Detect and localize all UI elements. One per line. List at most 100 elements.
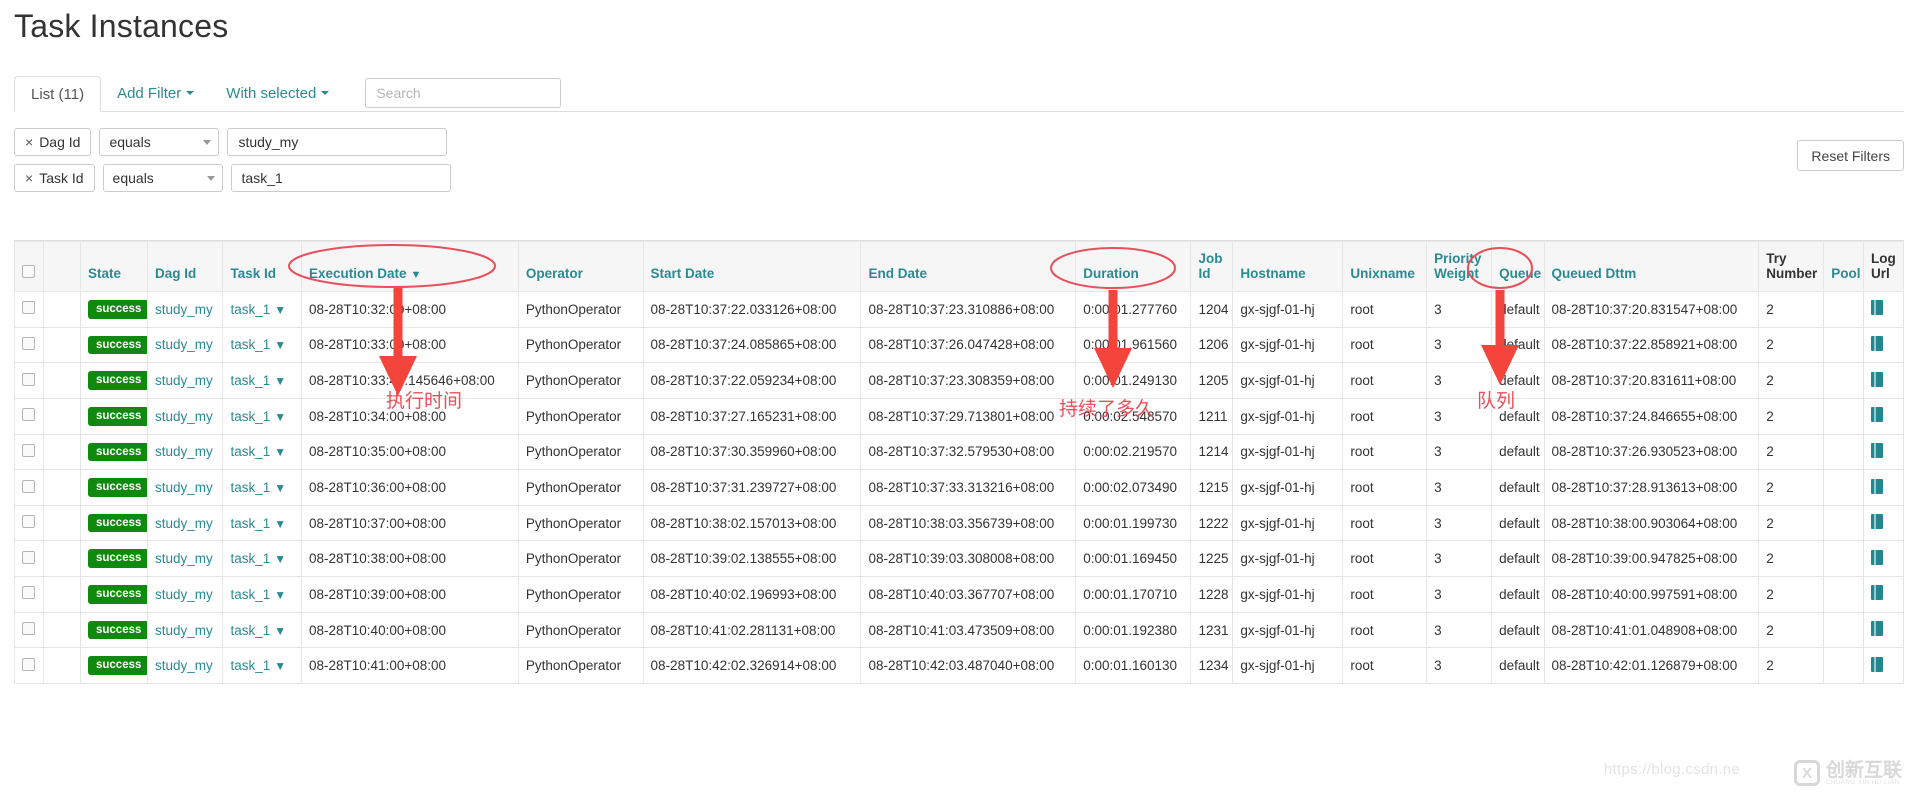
row-task-id-cell[interactable]: task_1 ▼ xyxy=(222,362,303,399)
row-checkbox[interactable] xyxy=(22,301,35,315)
row-checkbox-cell[interactable] xyxy=(13,576,45,613)
dag-id-link[interactable]: study_my xyxy=(155,480,213,495)
dag-id-link[interactable]: study_my xyxy=(155,409,213,424)
row-checkbox-cell[interactable] xyxy=(13,540,45,578)
log-book-icon[interactable] xyxy=(1871,585,1884,601)
row-checkbox[interactable] xyxy=(22,372,35,386)
task-id-link[interactable]: task_1 xyxy=(230,587,270,602)
tab-list[interactable]: List (11) xyxy=(14,76,102,112)
row-checkbox[interactable] xyxy=(22,336,35,350)
row-task-id-cell[interactable]: task_1 ▼ xyxy=(222,612,303,649)
log-book-icon[interactable] xyxy=(1871,300,1884,316)
header-select-all[interactable] xyxy=(13,241,45,292)
row-checkbox-cell[interactable] xyxy=(13,434,45,471)
row-log-url-cell[interactable] xyxy=(1863,469,1904,506)
header-queued-dttm[interactable]: Queued Dttm xyxy=(1543,241,1760,292)
log-book-icon[interactable] xyxy=(1871,549,1884,565)
dag-id-link[interactable]: study_my xyxy=(155,516,213,531)
header-pool[interactable]: Pool xyxy=(1823,241,1865,292)
row-task-id-cell[interactable]: task_1 ▼ xyxy=(222,647,303,685)
filter-icon[interactable]: ▼ xyxy=(274,410,286,424)
row-log-url-cell[interactable] xyxy=(1863,291,1904,328)
dag-id-link[interactable]: study_my xyxy=(155,373,213,388)
row-checkbox-cell[interactable] xyxy=(13,291,45,328)
log-book-icon[interactable] xyxy=(1871,621,1884,637)
dag-id-link[interactable]: study_my xyxy=(155,337,213,352)
row-dag-id-cell[interactable]: study_my xyxy=(147,505,224,542)
filter-icon[interactable]: ▼ xyxy=(274,517,286,531)
dag-id-link[interactable]: study_my xyxy=(155,658,213,673)
row-task-id-cell[interactable]: task_1 ▼ xyxy=(222,434,303,471)
close-icon[interactable]: × xyxy=(25,170,33,186)
log-book-icon[interactable] xyxy=(1871,371,1884,387)
row-log-url-cell[interactable] xyxy=(1863,327,1904,364)
log-book-icon[interactable] xyxy=(1871,514,1884,530)
header-job-id[interactable]: Job Id xyxy=(1190,241,1234,292)
row-task-id-cell[interactable]: task_1 ▼ xyxy=(222,291,303,328)
header-priority-weight[interactable]: Priority Weight xyxy=(1426,241,1493,292)
row-dag-id-cell[interactable]: study_my xyxy=(147,469,224,506)
row-checkbox[interactable] xyxy=(22,550,35,564)
row-dag-id-cell[interactable]: study_my xyxy=(147,540,224,578)
with-selected-dropdown[interactable]: With selected xyxy=(210,75,345,111)
task-id-link[interactable]: task_1 xyxy=(230,373,270,388)
row-dag-id-cell[interactable]: study_my xyxy=(147,434,224,471)
row-checkbox[interactable] xyxy=(22,408,35,422)
task-id-link[interactable]: task_1 xyxy=(230,409,270,424)
select-all-checkbox[interactable] xyxy=(22,265,35,278)
row-dag-id-cell[interactable]: study_my xyxy=(147,291,224,328)
filter-chip-task-id[interactable]: × Task Id xyxy=(14,164,95,192)
dag-id-link[interactable]: study_my xyxy=(155,302,213,317)
row-log-url-cell[interactable] xyxy=(1863,647,1904,685)
dag-id-link[interactable]: study_my xyxy=(155,444,213,459)
dag-id-link[interactable]: study_my xyxy=(155,623,213,638)
row-dag-id-cell[interactable]: study_my xyxy=(147,398,224,435)
search-input[interactable] xyxy=(365,78,562,108)
filter-value-task-id[interactable] xyxy=(230,164,451,192)
header-execution-date[interactable]: Execution Date ▼ xyxy=(301,241,519,292)
header-end-date[interactable]: End Date xyxy=(860,241,1077,292)
task-id-link[interactable]: task_1 xyxy=(230,444,270,459)
row-checkbox-cell[interactable] xyxy=(13,647,45,685)
row-task-id-cell[interactable]: task_1 ▼ xyxy=(222,327,303,364)
row-dag-id-cell[interactable]: study_my xyxy=(147,362,224,399)
filter-icon[interactable]: ▼ xyxy=(274,374,286,388)
row-checkbox[interactable] xyxy=(22,443,35,457)
task-id-link[interactable]: task_1 xyxy=(230,480,270,495)
header-queue[interactable]: Queue xyxy=(1491,241,1545,292)
row-checkbox[interactable] xyxy=(22,657,35,671)
row-checkbox-cell[interactable] xyxy=(13,327,45,364)
task-id-link[interactable]: task_1 xyxy=(230,623,270,638)
task-id-link[interactable]: task_1 xyxy=(230,337,270,352)
row-log-url-cell[interactable] xyxy=(1863,434,1904,471)
row-task-id-cell[interactable]: task_1 ▼ xyxy=(222,469,303,506)
filter-icon[interactable]: ▼ xyxy=(274,445,286,459)
header-hostname[interactable]: Hostname xyxy=(1232,241,1344,292)
log-book-icon[interactable] xyxy=(1871,442,1884,458)
row-checkbox[interactable] xyxy=(22,515,35,529)
row-checkbox-cell[interactable] xyxy=(13,612,45,649)
header-dag-id[interactable]: Dag Id xyxy=(147,241,224,292)
filter-icon[interactable]: ▼ xyxy=(274,481,286,495)
dag-id-link[interactable]: study_my xyxy=(155,551,213,566)
row-task-id-cell[interactable]: task_1 ▼ xyxy=(222,398,303,435)
row-checkbox-cell[interactable] xyxy=(13,398,45,435)
row-log-url-cell[interactable] xyxy=(1863,362,1904,399)
log-book-icon[interactable] xyxy=(1871,335,1884,351)
row-checkbox-cell[interactable] xyxy=(13,469,45,506)
filter-operator-task-id[interactable]: equals xyxy=(102,164,223,192)
row-checkbox-cell[interactable] xyxy=(13,362,45,399)
row-task-id-cell[interactable]: task_1 ▼ xyxy=(222,576,303,613)
header-unixname[interactable]: Unixname xyxy=(1342,241,1428,292)
header-state[interactable]: State xyxy=(79,241,149,292)
row-log-url-cell[interactable] xyxy=(1863,612,1904,649)
header-operator[interactable]: Operator xyxy=(517,241,644,292)
row-log-url-cell[interactable] xyxy=(1863,398,1904,435)
row-checkbox[interactable] xyxy=(22,586,35,600)
filter-chip-dag-id[interactable]: × Dag Id xyxy=(14,128,92,156)
task-id-link[interactable]: task_1 xyxy=(230,551,270,566)
row-task-id-cell[interactable]: task_1 ▼ xyxy=(222,540,303,578)
close-icon[interactable]: × xyxy=(25,134,33,150)
dag-id-link[interactable]: study_my xyxy=(155,587,213,602)
filter-value-dag-id[interactable] xyxy=(227,128,448,156)
